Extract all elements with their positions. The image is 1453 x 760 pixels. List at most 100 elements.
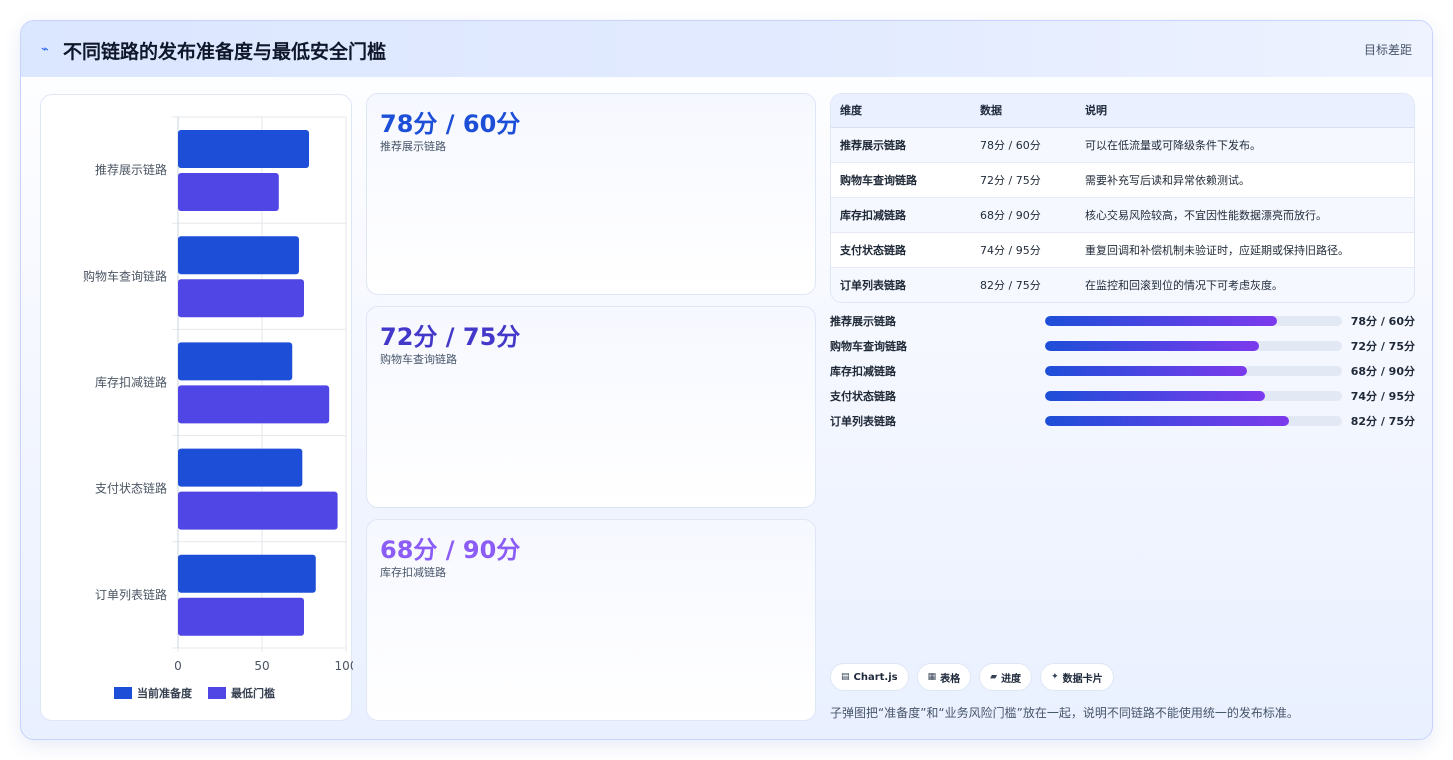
progress-fill (1045, 391, 1265, 401)
progress-row: 购物车查询链路 72分 / 75分 (830, 338, 1415, 363)
progress-track (1045, 316, 1342, 326)
progress-value: 68分 / 90分 (1350, 365, 1415, 378)
data-table-panel: 维度 数据 说明 推荐展示链路 78分 / 60分 可以在低流量或可降级条件下发… (830, 93, 1415, 303)
table-row: 购物车查询链路 72分 / 75分 需要补充写后读和异常依赖测试。 (831, 162, 1414, 198)
header: ⌁ 不同链路的发布准备度与最低安全门槛 目标差距 (21, 21, 1432, 77)
table-row: 支付状态链路 74分 / 95分 重复回调和补偿机制未验证时，应延期或保持旧路径… (831, 232, 1414, 268)
progress-track (1045, 341, 1342, 351)
bar-readiness (178, 236, 299, 275)
chart-icon: ▤ (841, 672, 850, 682)
progress-icon: ▰ (990, 672, 998, 682)
tag-table[interactable]: ▦ 表格 (916, 663, 972, 691)
bar-threshold (178, 491, 338, 530)
category-label: 推荐展示链路 (95, 162, 167, 177)
table-cell: 库存扣减链路 (831, 197, 971, 233)
table-cell: 需要补充写后读和异常依赖测试。 (1076, 162, 1414, 198)
progress-track (1045, 391, 1342, 401)
tag-label: Chart.js (853, 671, 898, 683)
table-cell: 推荐展示链路 (831, 127, 971, 163)
table-row: 推荐展示链路 78分 / 60分 可以在低流量或可降级条件下发布。 (831, 127, 1414, 163)
progress-track (1045, 416, 1342, 426)
table-cell: 重复回调和补偿机制未验证时，应延期或保持旧路径。 (1076, 232, 1414, 268)
dashboard-card: ⌁ 不同链路的发布准备度与最低安全门槛 目标差距 推荐展示链路 购物车查询链路 库存… (20, 20, 1433, 740)
table-cell: 支付状态链路 (831, 232, 971, 268)
progress-list: 推荐展示链路 78分 / 60分 购物车查询链路 72分 / 75分 库存扣减链… (830, 313, 1415, 438)
tag-label: 数据卡片 (1062, 673, 1103, 685)
category-label: 购物车查询链路 (83, 268, 167, 283)
stat-value: 68分 / 90分 (380, 536, 521, 564)
stat-label: 推荐展示链路 (380, 140, 446, 153)
bar-threshold (178, 173, 279, 211)
category-label: 库存扣减链路 (95, 375, 167, 390)
x-tick-label: 100 (335, 659, 353, 673)
bar-readiness (178, 554, 316, 593)
bar-threshold (178, 597, 304, 636)
progress-value: 82分 / 75分 (1350, 415, 1415, 428)
table-cell: 68分 / 90分 (971, 197, 1076, 233)
category-label: 支付状态链路 (95, 481, 167, 496)
footnote: 子弹图把“准备度”和“业务风险门槛”放在一起，说明不同链路不能使用统一的发布标准… (830, 706, 1299, 720)
progress-value: 78分 / 60分 (1350, 315, 1415, 328)
tag-data-card[interactable]: ✦ 数据卡片 (1040, 663, 1114, 691)
progress-value: 74分 / 95分 (1350, 390, 1415, 403)
table-header: 数据 (971, 94, 1076, 128)
bar-threshold (178, 279, 304, 318)
data-table: 维度 数据 说明 推荐展示链路 78分 / 60分 可以在低流量或可降级条件下发… (831, 94, 1414, 302)
table-cell: 可以在低流量或可降级条件下发布。 (1076, 127, 1414, 163)
progress-row: 推荐展示链路 78分 / 60分 (830, 313, 1415, 338)
progress-row: 库存扣减链路 68分 / 90分 (830, 363, 1415, 388)
bar-threshold (178, 385, 330, 424)
table-cell: 74分 / 95分 (971, 232, 1076, 268)
legend-label: 最低门槛 (231, 686, 275, 700)
bar-chart-panel: 推荐展示链路购物车查询链路库存扣减链路支付状态链路订单列表链路 0 50 100 当前准… (40, 94, 353, 721)
tag-list: ▤ Chart.js ▦ 表格 ▰ 进度 ✦ 数据卡片 (830, 663, 1114, 691)
table-cell: 82分 / 75分 (971, 267, 1076, 302)
table-cell: 在监控和回滚到位的情况下可考虑灰度。 (1076, 267, 1414, 302)
progress-name: 支付状态链路 (830, 390, 896, 403)
progress-name: 订单列表链路 (830, 415, 896, 428)
bar-readiness (178, 130, 310, 168)
progress-value: 72分 / 75分 (1350, 340, 1415, 353)
stat-label: 购物车查询链路 (380, 353, 457, 366)
category-label: 订单列表链路 (95, 587, 167, 602)
sparkle-icon: ✦ (1051, 672, 1059, 682)
stat-card-1: 78分 / 60分 推荐展示链路 (366, 93, 816, 295)
progress-fill (1045, 341, 1259, 351)
bar-readiness (178, 342, 293, 381)
progress-name: 购物车查询链路 (830, 340, 907, 353)
stat-value: 78分 / 60分 (380, 110, 521, 138)
progress-fill (1045, 366, 1247, 376)
stat-value: 72分 / 75分 (380, 323, 521, 351)
table-cell: 核心交易风险较高，不宜因性能数据漂亮而放行。 (1076, 197, 1414, 233)
tag-label: 表格 (940, 673, 961, 685)
progress-row: 支付状态链路 74分 / 95分 (830, 388, 1415, 413)
progress-name: 库存扣减链路 (830, 365, 896, 378)
table-icon: ▦ (927, 672, 937, 682)
table-cell: 订单列表链路 (831, 267, 971, 302)
stat-label: 库存扣减链路 (380, 566, 446, 579)
legend-swatch (208, 687, 226, 699)
table-cell: 购物车查询链路 (831, 162, 971, 198)
x-tick-label: 0 (174, 659, 182, 673)
tag-progress[interactable]: ▰ 进度 (979, 663, 1033, 691)
table-cell: 72分 / 75分 (971, 162, 1076, 198)
progress-name: 推荐展示链路 (830, 315, 896, 328)
table-header: 说明 (1076, 94, 1414, 128)
stat-card-2: 72分 / 75分 购物车查询链路 (366, 306, 816, 508)
table-row: 订单列表链路 82分 / 75分 在监控和回滚到位的情况下可考虑灰度。 (831, 267, 1414, 302)
progress-row: 订单列表链路 82分 / 75分 (830, 413, 1415, 438)
progress-track (1045, 366, 1342, 376)
x-tick-label: 50 (254, 659, 269, 673)
goal-label: 目标差距 (1363, 43, 1412, 57)
progress-fill (1045, 416, 1289, 426)
tag-label: 进度 (1001, 673, 1022, 685)
bolt-icon: ⌁ (41, 42, 49, 57)
page-title: 不同链路的发布准备度与最低安全门槛 (63, 41, 387, 63)
stat-card-3: 68分 / 90分 库存扣减链路 (366, 519, 816, 721)
tag-chartjs[interactable]: ▤ Chart.js (830, 663, 909, 691)
legend-swatch (114, 687, 132, 699)
table-header: 维度 (831, 94, 971, 128)
progress-fill (1045, 316, 1277, 326)
legend-label: 当前准备度 (137, 686, 193, 700)
bar-chart: 推荐展示链路购物车查询链路库存扣减链路支付状态链路订单列表链路 0 50 100 当前准… (83, 116, 353, 700)
